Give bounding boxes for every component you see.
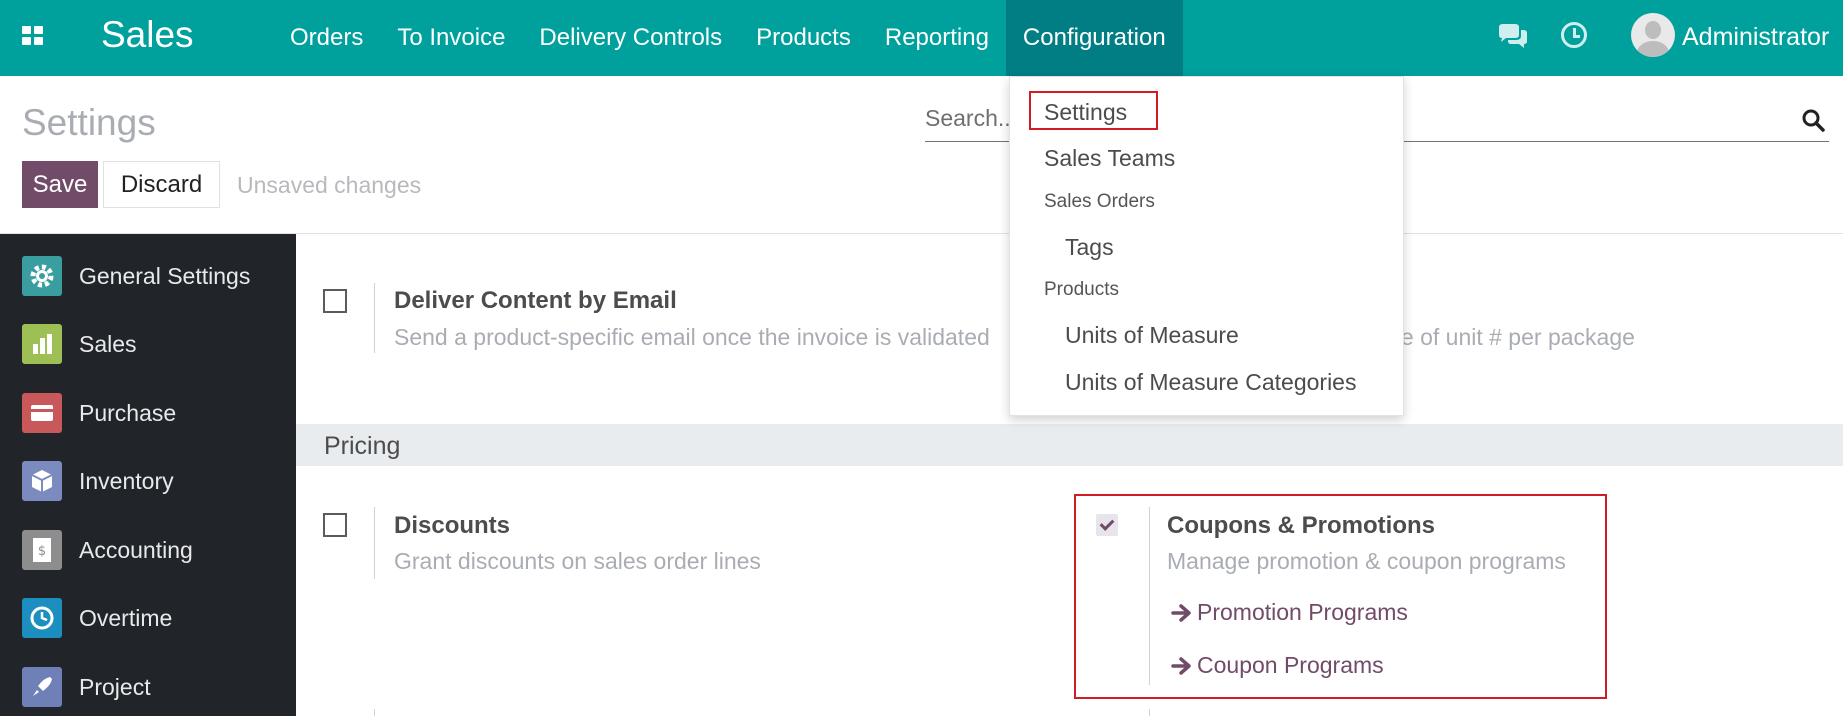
deliver-content-title: Deliver Content by Email — [394, 287, 677, 314]
menu-products[interactable]: Products — [739, 0, 868, 76]
divider — [374, 507, 375, 579]
menu-reporting[interactable]: Reporting — [868, 0, 1006, 76]
sidebar-item-label: General Settings — [79, 262, 251, 289]
dropdown-item-sales-teams[interactable]: Sales Teams — [1044, 145, 1175, 172]
deliver-content-checkbox[interactable] — [323, 289, 347, 313]
clock-icon — [22, 598, 62, 638]
document-icon: $ — [22, 530, 62, 570]
discard-button[interactable]: Discard — [103, 161, 220, 208]
gear-icon — [22, 256, 62, 296]
configuration-dropdown: Settings Sales Teams Sales Orders Tags P… — [1009, 76, 1404, 416]
highlight-box — [1074, 494, 1607, 699]
save-button[interactable]: Save — [22, 161, 98, 208]
rocket-icon — [22, 667, 62, 707]
page-title: Settings — [22, 102, 156, 143]
app-brand[interactable]: Sales — [101, 14, 194, 56]
sidebar-item-label: Overtime — [79, 604, 173, 631]
unsaved-status: Unsaved changes — [237, 172, 422, 198]
sidebar-item-sales[interactable]: Sales — [0, 310, 296, 378]
sidebar-item-label: Project — [79, 673, 151, 700]
sidebar-item-purchase[interactable]: Purchase — [0, 379, 296, 447]
apps-grid-icon[interactable] — [22, 26, 46, 48]
package-setting-description: ple of unit # per package — [1383, 324, 1635, 350]
deliver-content-description: Send a product-specific email once the i… — [394, 324, 990, 350]
sidebar-item-label: Inventory — [79, 467, 174, 494]
box-icon — [22, 461, 62, 501]
sidebar-item-accounting[interactable]: $ Accounting — [0, 516, 296, 584]
section-title: Pricing — [324, 432, 401, 460]
divider — [1149, 709, 1150, 716]
dropdown-item-uom-categories[interactable]: Units of Measure Categories — [1065, 369, 1356, 396]
dropdown-item-tags[interactable]: Tags — [1065, 234, 1114, 261]
discounts-title: Discounts — [394, 512, 511, 539]
dropdown-header-sales-orders: Sales Orders — [1044, 191, 1155, 212]
menu-configuration[interactable]: Configuration — [1005, 0, 1183, 76]
highlight-box — [1029, 91, 1158, 130]
menu-delivery-controls[interactable]: Delivery Controls — [522, 0, 739, 76]
divider — [374, 709, 375, 716]
sidebar-item-label: Accounting — [79, 536, 193, 563]
main-menu: Orders To Invoice Delivery Controls Prod… — [273, 0, 1183, 76]
search-icon[interactable] — [1801, 108, 1825, 132]
discounts-checkbox[interactable] — [323, 513, 347, 537]
svg-text:$: $ — [38, 544, 46, 559]
card-icon — [22, 393, 62, 433]
top-navbar: Sales Orders To Invoice Delivery Control… — [0, 0, 1843, 76]
settings-sidebar: General Settings Sales Purchase Inventor… — [0, 234, 296, 716]
chat-icon[interactable] — [1497, 23, 1529, 51]
menu-to-invoice[interactable]: To Invoice — [380, 0, 522, 76]
sidebar-item-label: Sales — [79, 330, 137, 357]
chart-icon — [22, 324, 62, 364]
sidebar-item-general-settings[interactable]: General Settings — [0, 242, 296, 310]
user-name[interactable]: Administrator — [1682, 23, 1829, 52]
activity-clock-icon[interactable] — [1561, 22, 1587, 48]
section-header-pricing: Pricing — [296, 424, 1843, 466]
sidebar-item-overtime[interactable]: Overtime — [0, 584, 296, 652]
menu-orders[interactable]: Orders — [273, 0, 380, 76]
sidebar-item-inventory[interactable]: Inventory — [0, 447, 296, 515]
discounts-description: Grant discounts on sales order lines — [394, 548, 761, 574]
sidebar-item-label: Purchase — [79, 399, 177, 426]
divider — [374, 283, 375, 353]
avatar[interactable] — [1631, 13, 1675, 57]
dropdown-header-products: Products — [1044, 279, 1119, 300]
sidebar-item-project[interactable]: Project — [0, 653, 296, 716]
dropdown-item-units-of-measure[interactable]: Units of Measure — [1065, 322, 1239, 349]
